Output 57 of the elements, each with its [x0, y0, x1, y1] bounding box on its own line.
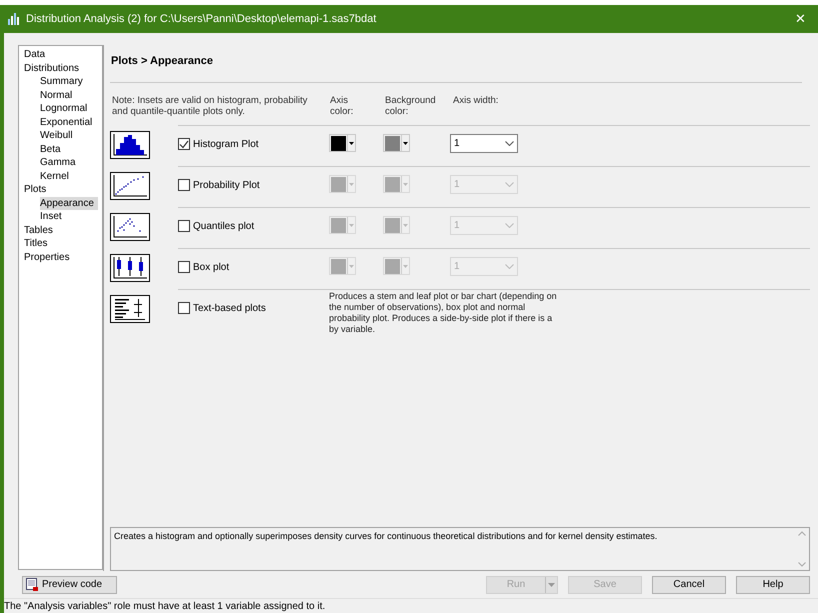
caret-icon [403, 224, 408, 226]
tree-item[interactable]: Beta [40, 142, 65, 156]
caret-icon [349, 182, 354, 186]
axis-width-dropdown[interactable]: 1 [450, 134, 518, 152]
page-title: Plots > Appearance [111, 54, 214, 69]
note-text: Note: Insets are valid on histogram, probability and quantile-quantile plots only. [111, 94, 308, 116]
chevron-down-icon [505, 222, 514, 228]
description-text: Produces a stem and leaf plot or bar chart (depending on the number of observations), box plot and normal probability plot. Produces a side-by-side plot if there is a by variable. [329, 290, 558, 334]
text-plot-icon [110, 294, 150, 322]
color-picker[interactable] [329, 134, 356, 152]
tree-item[interactable]: Plots [24, 183, 50, 196]
scroll-down-icon[interactable] [798, 562, 806, 567]
caret-icon [349, 264, 354, 268]
caret-icon [403, 142, 408, 144]
tree-item[interactable]: Inset [40, 210, 66, 224]
check-icon [179, 140, 189, 148]
probability-plot-icon [110, 172, 150, 200]
close-button[interactable]: ✕ [791, 9, 810, 29]
preview-code-button[interactable]: Preview code [22, 576, 117, 594]
tree-item[interactable]: Distributions [24, 62, 84, 75]
caret-icon [403, 264, 408, 268]
caret-icon [548, 582, 555, 586]
color-picker[interactable] [383, 134, 410, 152]
window-title: Distribution Analysis (2) for C:\Users\Panni\Desktop\elemapi-1.sas7bdat [26, 12, 378, 27]
help-text-box: Creates a histogram and optionally superimposes density curves for continuous theoretical distributions and for kernel density estimates. [110, 527, 810, 571]
document-icon [26, 578, 38, 591]
box-plot-icon [110, 254, 150, 282]
caret-icon [349, 142, 354, 144]
column-header: Background color: [385, 94, 437, 116]
tree-item[interactable]: Properties [24, 250, 74, 264]
tree-item[interactable]: Weibull [40, 129, 77, 142]
plot-checkbox[interactable]: Text-based plots [178, 300, 329, 316]
tree-item[interactable]: Kernel [40, 170, 73, 183]
tree-item[interactable]: Gamma [40, 156, 80, 170]
tree-item[interactable]: Normal [40, 88, 76, 102]
histogram-plot-icon [110, 130, 150, 158]
chart-icon [8, 13, 22, 25]
tree-item[interactable]: Summary [40, 75, 87, 88]
tree-item[interactable]: Data [24, 48, 50, 62]
column-header: Axis color: [330, 94, 354, 116]
quantiles-plot-icon [110, 212, 150, 240]
tree-item[interactable]: Lognormal [40, 102, 92, 116]
caret-icon [349, 224, 354, 226]
tree-item[interactable]: Exponential [40, 116, 96, 129]
chevron-down-icon [505, 140, 514, 146]
chevron-down-icon [505, 264, 514, 268]
caret-icon [403, 182, 408, 186]
tree-item[interactable]: Appearance [40, 196, 98, 210]
plot-checkbox[interactable]: Histogram Plot [178, 136, 329, 152]
status-bar: The "Analysis variables" role must have at least 1 variable assigned to it. [4, 598, 818, 613]
chevron-down-icon [505, 182, 514, 186]
dialog-button[interactable]: Cancel [652, 576, 726, 594]
dialog-button[interactable]: Help [736, 576, 810, 594]
tree-item[interactable]: Tables [24, 224, 57, 237]
tree-item[interactable]: Titles [24, 237, 52, 250]
scroll-up-icon[interactable] [798, 531, 806, 536]
column-header: Axis width: [453, 94, 498, 108]
